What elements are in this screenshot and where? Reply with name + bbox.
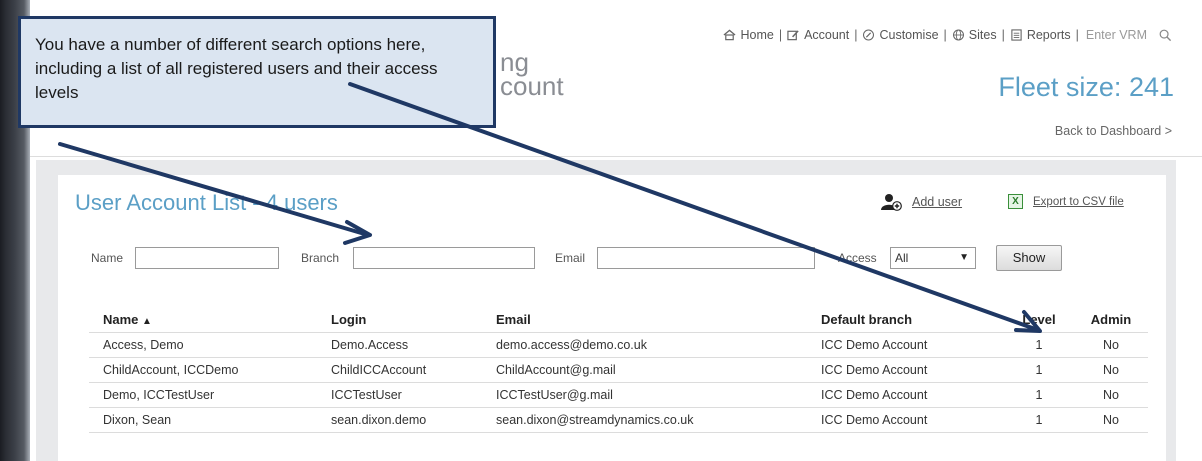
name-filter-label: Name <box>91 251 124 265</box>
column-header-branch[interactable]: Default branch <box>821 306 1004 333</box>
column-header-login[interactable]: Login <box>331 306 496 333</box>
cell-email: ChildAccount@g.mail <box>496 357 821 383</box>
nav-separator: | <box>1075 28 1079 42</box>
cell-login: sean.dixon.demo <box>331 407 496 433</box>
excel-icon: X <box>1008 194 1023 209</box>
cell-admin: No <box>1074 357 1148 383</box>
table-row[interactable]: Access, Demo Demo.Access demo.access@dem… <box>89 332 1148 358</box>
brand-heading-fragment: ng count <box>500 49 564 101</box>
column-header-name[interactable]: Name ▲ <box>89 306 331 333</box>
search-icon[interactable] <box>1159 29 1172 42</box>
nav-home[interactable]: Home <box>723 28 774 42</box>
cell-level: 1 <box>1004 332 1074 358</box>
show-button[interactable]: Show <box>996 245 1062 271</box>
column-header-email[interactable]: Email <box>496 306 821 333</box>
add-user-button[interactable]: Add user <box>880 193 962 211</box>
back-to-dashboard-link[interactable]: Back to Dashboard > <box>1055 124 1172 138</box>
table-row[interactable]: Demo, ICCTestUser ICCTestUser ICCTestUse… <box>89 382 1148 408</box>
nav-separator: | <box>778 28 783 42</box>
page-title: User Account List - 4 users <box>75 190 338 215</box>
sort-ascending-icon: ▲ <box>142 315 152 327</box>
home-icon <box>723 29 736 41</box>
dropdown-caret-icon: ▼ <box>959 252 969 263</box>
export-csv-button[interactable]: X Export to CSV file <box>1008 194 1124 209</box>
fleet-size-value: 241 <box>1128 72 1174 102</box>
brand-fragment-line2: count <box>500 71 564 101</box>
add-user-icon <box>881 194 902 211</box>
customise-icon <box>863 29 875 41</box>
nav-separator: | <box>854 28 858 42</box>
fleet-size: Fleet size: 241 <box>998 72 1174 103</box>
export-csv-label: Export to CSV file <box>1033 195 1124 208</box>
nav-separator: | <box>1001 28 1005 42</box>
cell-level: 1 <box>1004 382 1074 408</box>
nav-separator: | <box>943 28 947 42</box>
nav-customise-label: Customise <box>879 28 939 42</box>
cell-login: Demo.Access <box>331 332 496 358</box>
cell-email: sean.dixon@streamdynamics.co.uk <box>496 407 821 433</box>
nav-home-label: Home <box>740 28 774 42</box>
header-divider <box>30 156 1202 157</box>
cell-name: Dixon, Sean <box>89 407 331 433</box>
access-filter-label: Access <box>838 251 877 265</box>
nav-customise[interactable]: Customise <box>862 28 939 42</box>
annotation-callout-text: You have a number of different search op… <box>35 35 438 102</box>
access-filter-value: All <box>895 251 909 265</box>
cell-branch: ICC Demo Account <box>821 382 1004 408</box>
name-filter-input[interactable] <box>135 247 279 269</box>
cell-branch: ICC Demo Account <box>821 332 1004 358</box>
report-icon <box>1011 29 1022 41</box>
table-header-row: Name ▲ Login Email Default branch Level … <box>89 306 1148 333</box>
branch-filter-input[interactable] <box>353 247 535 269</box>
cell-admin: No <box>1074 382 1148 408</box>
nav-sites-label: Sites <box>968 28 997 42</box>
nav-account[interactable]: Account <box>787 28 849 42</box>
branch-filter-label: Branch <box>301 251 340 265</box>
globe-icon <box>952 29 964 41</box>
column-header-level[interactable]: Level <box>1004 306 1074 333</box>
cell-name: ChildAccount, ICCDemo <box>89 357 331 383</box>
edit-icon <box>787 30 799 41</box>
cell-level: 1 <box>1004 407 1074 433</box>
cell-email: demo.access@demo.co.uk <box>496 332 821 358</box>
cell-login: ChildICCAccount <box>331 357 496 383</box>
annotation-callout: You have a number of different search op… <box>18 16 496 128</box>
top-navigation: Home | Account | Customise | Sites | Rep… <box>723 28 1172 42</box>
cell-branch: ICC Demo Account <box>821 357 1004 383</box>
nav-reports-label: Reports <box>1026 28 1071 42</box>
cell-admin: No <box>1074 332 1148 358</box>
add-user-label: Add user <box>912 195 963 209</box>
cell-login: ICCTestUser <box>331 382 496 408</box>
email-filter-input[interactable] <box>597 247 815 269</box>
nav-account-label: Account <box>804 28 850 42</box>
table-row[interactable]: Dixon, Sean sean.dixon.demo sean.dixon@s… <box>89 407 1148 433</box>
cell-level: 1 <box>1004 357 1074 383</box>
column-header-admin[interactable]: Admin <box>1074 306 1148 333</box>
vrm-search-input[interactable]: Enter VRM <box>1086 28 1147 42</box>
table-row[interactable]: ChildAccount, ICCDemo ChildICCAccount Ch… <box>89 357 1148 383</box>
user-table: Name ▲ Login Email Default branch Level … <box>89 306 1148 433</box>
access-filter-select[interactable]: All ▼ <box>890 247 976 269</box>
cell-branch: ICC Demo Account <box>821 407 1004 433</box>
cell-admin: No <box>1074 407 1148 433</box>
fleet-size-label: Fleet size: <box>998 72 1122 102</box>
column-header-name-label: Name <box>103 311 139 327</box>
cell-email: ICCTestUser@g.mail <box>496 382 821 408</box>
cell-name: Demo, ICCTestUser <box>89 382 331 408</box>
email-filter-label: Email <box>555 251 586 265</box>
nav-sites[interactable]: Sites <box>952 28 997 42</box>
cell-name: Access, Demo <box>89 332 331 358</box>
nav-reports[interactable]: Reports <box>1010 28 1071 42</box>
